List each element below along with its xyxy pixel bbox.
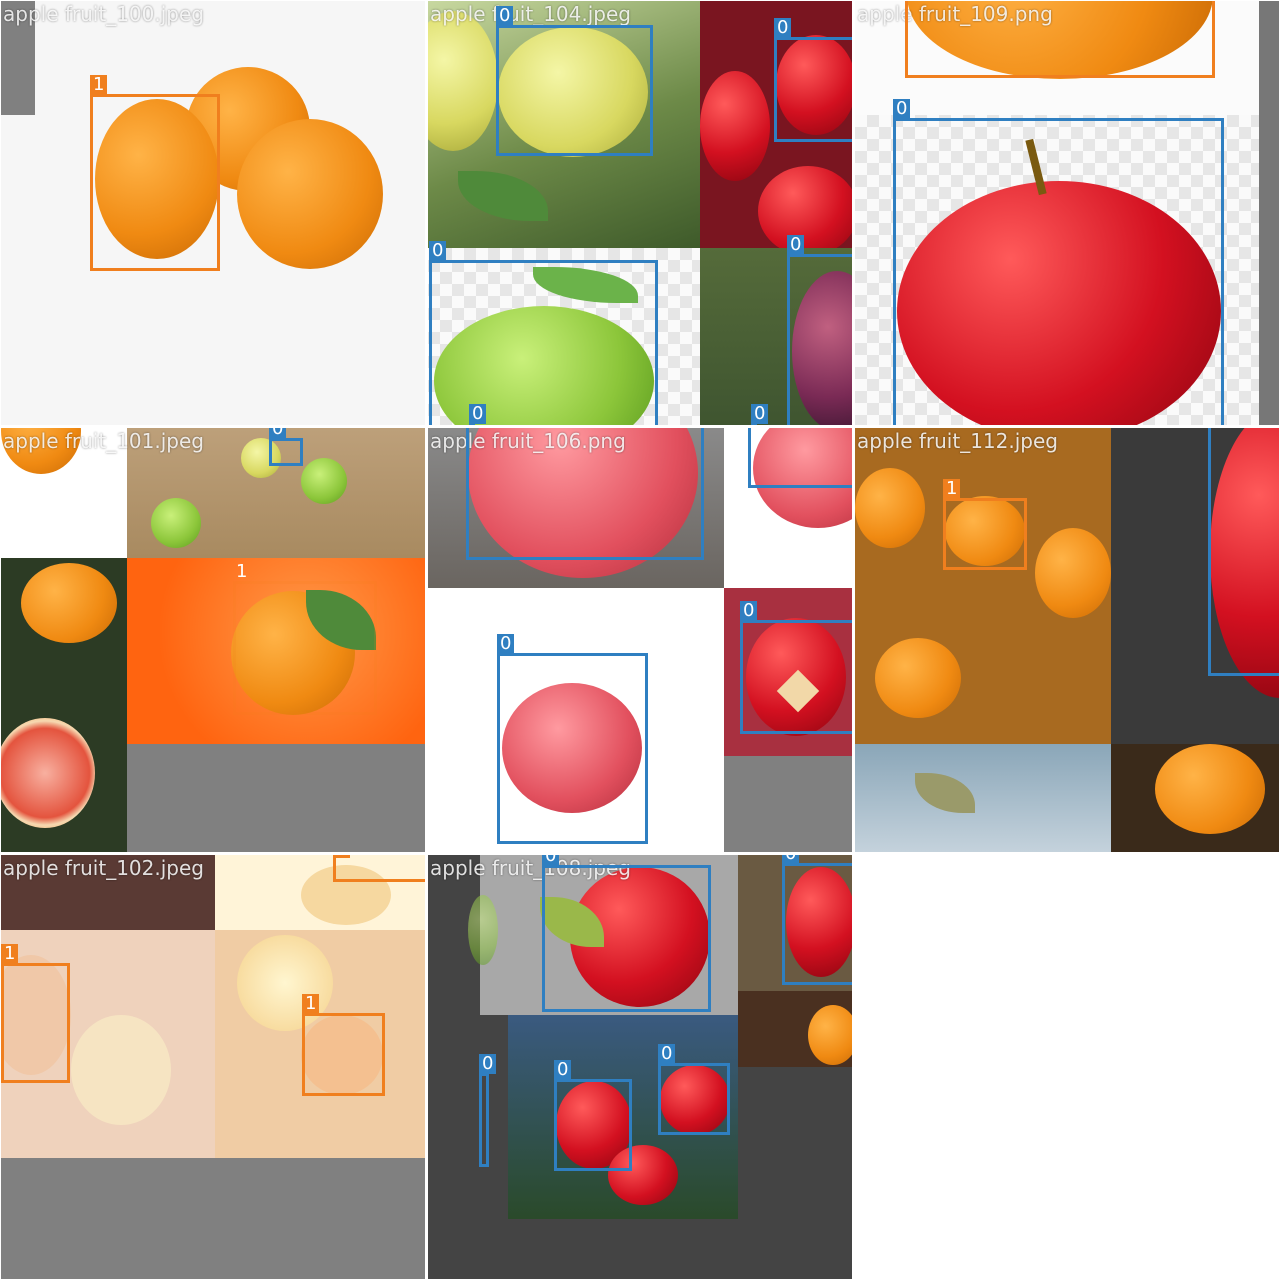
apple [301, 458, 347, 504]
orange-bounding-box: 1 [333, 855, 425, 882]
apple-bounding-box: 0 [269, 428, 303, 466]
orange-fruit [855, 468, 925, 548]
class-label: 0 [554, 1060, 572, 1080]
sky-branch-photo [855, 744, 1111, 852]
orange-bounding-box: 1 [90, 75, 220, 271]
class-label: 1 [943, 479, 961, 499]
apple-bounding-box: 0 [479, 1054, 497, 1167]
apple-bounding-box-partial [466, 428, 704, 560]
class-label: 0 [774, 18, 792, 38]
apple [151, 498, 201, 548]
mosaic-cell-8: apple fruit_108.jpeg 0 0 0 0 0 [428, 855, 852, 1279]
class-label: 1 [333, 855, 351, 858]
image-filename: apple fruit_101.jpeg [3, 429, 204, 453]
apple-bounding-box: 0 [554, 1060, 632, 1171]
apple [468, 895, 498, 965]
apple-bounding-box: 0 [497, 634, 648, 844]
class-label: 0 [469, 404, 487, 424]
orange-fruit [808, 1005, 852, 1065]
gray-padding [127, 744, 425, 852]
class-label: 1 [90, 75, 108, 95]
class-label: 0 [893, 99, 911, 119]
class-label: 1 [302, 994, 320, 1014]
image-filename: apple fruit_104.jpeg [430, 2, 631, 26]
orange-bounding-box: 1 [943, 479, 1027, 570]
gray-padding [724, 756, 852, 852]
mosaic-cell-4: apple fruit_101.jpeg 0 1 [1, 428, 425, 852]
class-label: 1 [236, 561, 248, 582]
image-filename: apple fruit_100.jpeg [3, 2, 204, 26]
class-label: 0 [542, 855, 560, 866]
apple-bounding-box: 0 [658, 1044, 730, 1135]
apple-bounding-box: 0 [774, 18, 852, 142]
orange-bounding-box: 1 [302, 994, 385, 1096]
mosaic-cell-5: apple fruit_106.png 0 0 [428, 428, 852, 852]
class-label: 0 [658, 1044, 676, 1064]
apple-bounding-box: 0 [469, 404, 487, 425]
class-label: 1 [1, 944, 19, 964]
class-label: 0 [496, 6, 514, 26]
orange-bounding-box: 1 [1, 944, 70, 1083]
apple-bounding-box: 0 [787, 235, 852, 425]
orange-fruit [1155, 744, 1265, 834]
mosaic-cell-3: apple fruit_109.png 0 0 [855, 1, 1279, 425]
class-label: 0 [429, 241, 447, 261]
class-label: 0 [787, 235, 805, 255]
mosaic-cell-1: apple fruit_100.jpeg 1 [1, 1, 425, 425]
class-label: 0 [740, 601, 758, 621]
mosaic-cell-6: apple fruit_112.jpeg 1 0 [855, 428, 1279, 852]
apple-bounding-box-partial [748, 428, 852, 488]
mosaic-cell-2: apple fruit_104.jpeg 0 0 0 0 0 0 [428, 1, 852, 425]
red-apple [758, 166, 852, 256]
apple-bounding-box: 0 [751, 404, 769, 425]
image-filename: apple fruit_112.jpeg [857, 429, 1058, 453]
gray-padding-strip [1259, 1, 1279, 425]
orange-bounding-box: 1 [233, 562, 377, 715]
orange-fruit [1035, 528, 1111, 618]
apple-bounding-box: 0 [429, 241, 658, 425]
apple-bounding-box: 0 [496, 6, 653, 156]
gray-padding [1, 1158, 425, 1279]
mosaic-cell-7: apple fruit_102.jpeg 1 1 1 [1, 855, 425, 1279]
apple-bounding-box: 0 [905, 1, 1215, 78]
class-label: 0 [497, 634, 515, 654]
apple-bounding-box: 0 [740, 601, 852, 734]
red-apple [700, 71, 770, 181]
class-label: 0 [751, 404, 769, 424]
class-label: 0 [782, 855, 800, 864]
apple-bounding-box: 0 [893, 99, 1224, 425]
image-filename: apple fruit_102.jpeg [3, 856, 204, 880]
mosaic-cell-empty [855, 855, 1279, 1279]
orange-fruit [237, 119, 383, 269]
orange-fruit [875, 638, 961, 718]
orange-fruit [21, 563, 117, 643]
apple-bounding-box: 0 [542, 855, 711, 1012]
class-label: 0 [479, 1054, 497, 1074]
class-label: 0 [269, 428, 287, 439]
peeled-orange [71, 1015, 171, 1125]
apple-bounding-box: 0 [782, 855, 852, 985]
apple-bounding-box: 0 [1208, 428, 1279, 676]
